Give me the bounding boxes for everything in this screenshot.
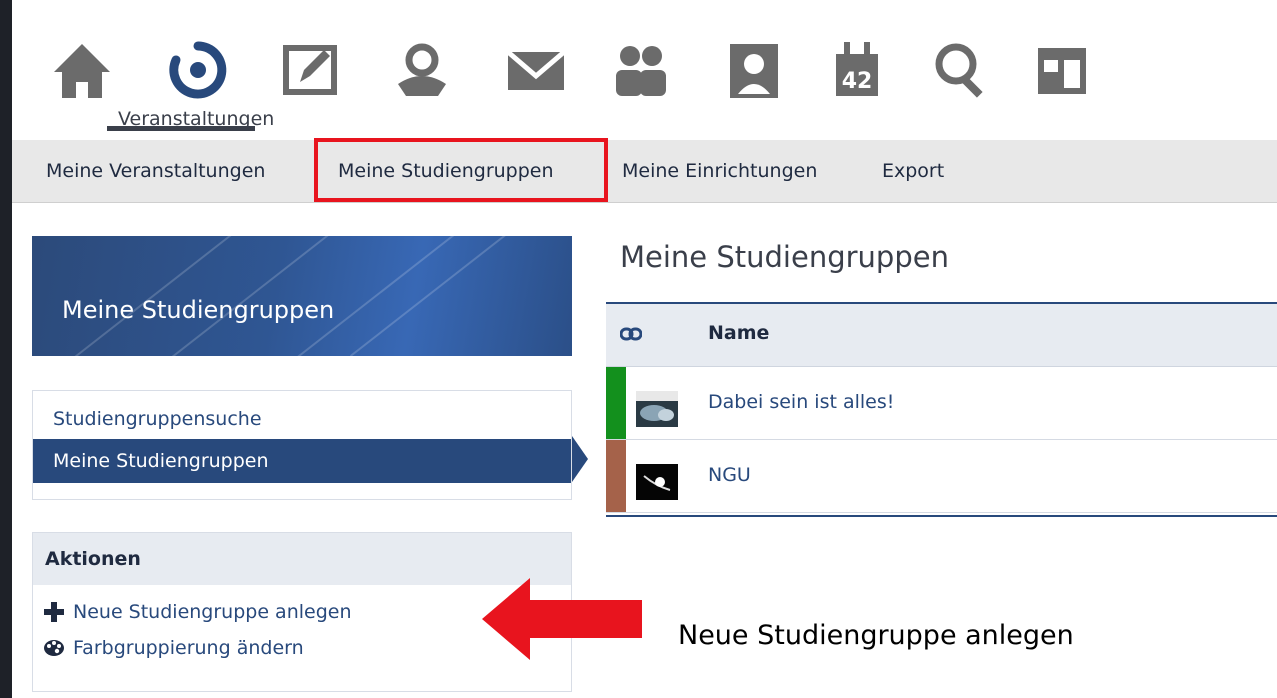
plus-icon (43, 602, 65, 622)
sidebar-item-study-group-search[interactable]: Studiengruppensuche (33, 397, 571, 441)
change-color-grouping-label: Farbgruppierung ändern (73, 637, 304, 659)
annotation-arrow (482, 578, 644, 664)
contacts-icon[interactable] (600, 38, 680, 110)
change-color-grouping-action[interactable]: Farbgruppierung ändern (43, 637, 304, 659)
active-item-arrow (572, 436, 588, 482)
sub-navigation: Meine Veranstaltungen Meine Studiengrupp… (12, 140, 1277, 203)
table-header: Name (606, 304, 1277, 367)
sidebar-header: Meine Studiengruppen (32, 236, 572, 356)
group-name[interactable]: NGU (708, 464, 751, 486)
active-nav-indicator (107, 126, 255, 131)
group-color-marker (606, 440, 626, 512)
group-avatar (636, 464, 678, 500)
calendar-icon[interactable]: 42 (816, 38, 896, 110)
sidebar-navigation: Studiengruppensuche Meine Studiengruppen (32, 390, 572, 500)
highlight-box (314, 138, 608, 202)
workspace-icon[interactable] (270, 38, 350, 110)
main-navigation: Veranstaltungen 42 (12, 0, 1277, 141)
group-name[interactable]: Dabei sein ist alles! (708, 391, 894, 413)
sidebar-item-my-study-groups[interactable]: Meine Studiengruppen (33, 439, 571, 483)
messages-icon[interactable] (496, 38, 576, 110)
new-study-group-action[interactable]: Neue Studiengruppe anlegen (43, 601, 352, 623)
table-row[interactable]: NGU (606, 440, 1277, 513)
sidebar-header-title: Meine Studiengruppen (62, 296, 335, 324)
subnav-my-courses[interactable]: Meine Veranstaltungen (46, 160, 265, 182)
group-avatar (636, 391, 678, 427)
search-icon[interactable] (922, 38, 1002, 110)
new-study-group-label: Neue Studiengruppe anlegen (73, 601, 352, 623)
profile-icon[interactable] (714, 38, 794, 110)
subnav-my-institutes[interactable]: Meine Einrichtungen (622, 160, 817, 182)
group-color-marker (606, 367, 626, 439)
annotation-text: Neue Studiengruppe anlegen (678, 620, 1074, 651)
tools-icon[interactable] (1022, 38, 1102, 110)
table-row[interactable]: Dabei sein ist alles! (606, 367, 1277, 440)
community-icon[interactable] (382, 38, 462, 110)
link-icon (619, 326, 643, 345)
home-icon[interactable] (42, 38, 122, 110)
page-title: Meine Studiengruppen (620, 240, 949, 274)
study-groups-table: Name Dabei sein ist alles! NGU (606, 302, 1277, 517)
courses-icon[interactable] (138, 38, 258, 110)
calendar-badge: 42 (842, 69, 873, 94)
app-window: Veranstaltungen 42 Meine Veranstaltungen… (12, 0, 1277, 698)
palette-icon (43, 638, 65, 658)
column-header-name[interactable]: Name (708, 322, 769, 344)
subnav-export[interactable]: Export (882, 160, 944, 182)
